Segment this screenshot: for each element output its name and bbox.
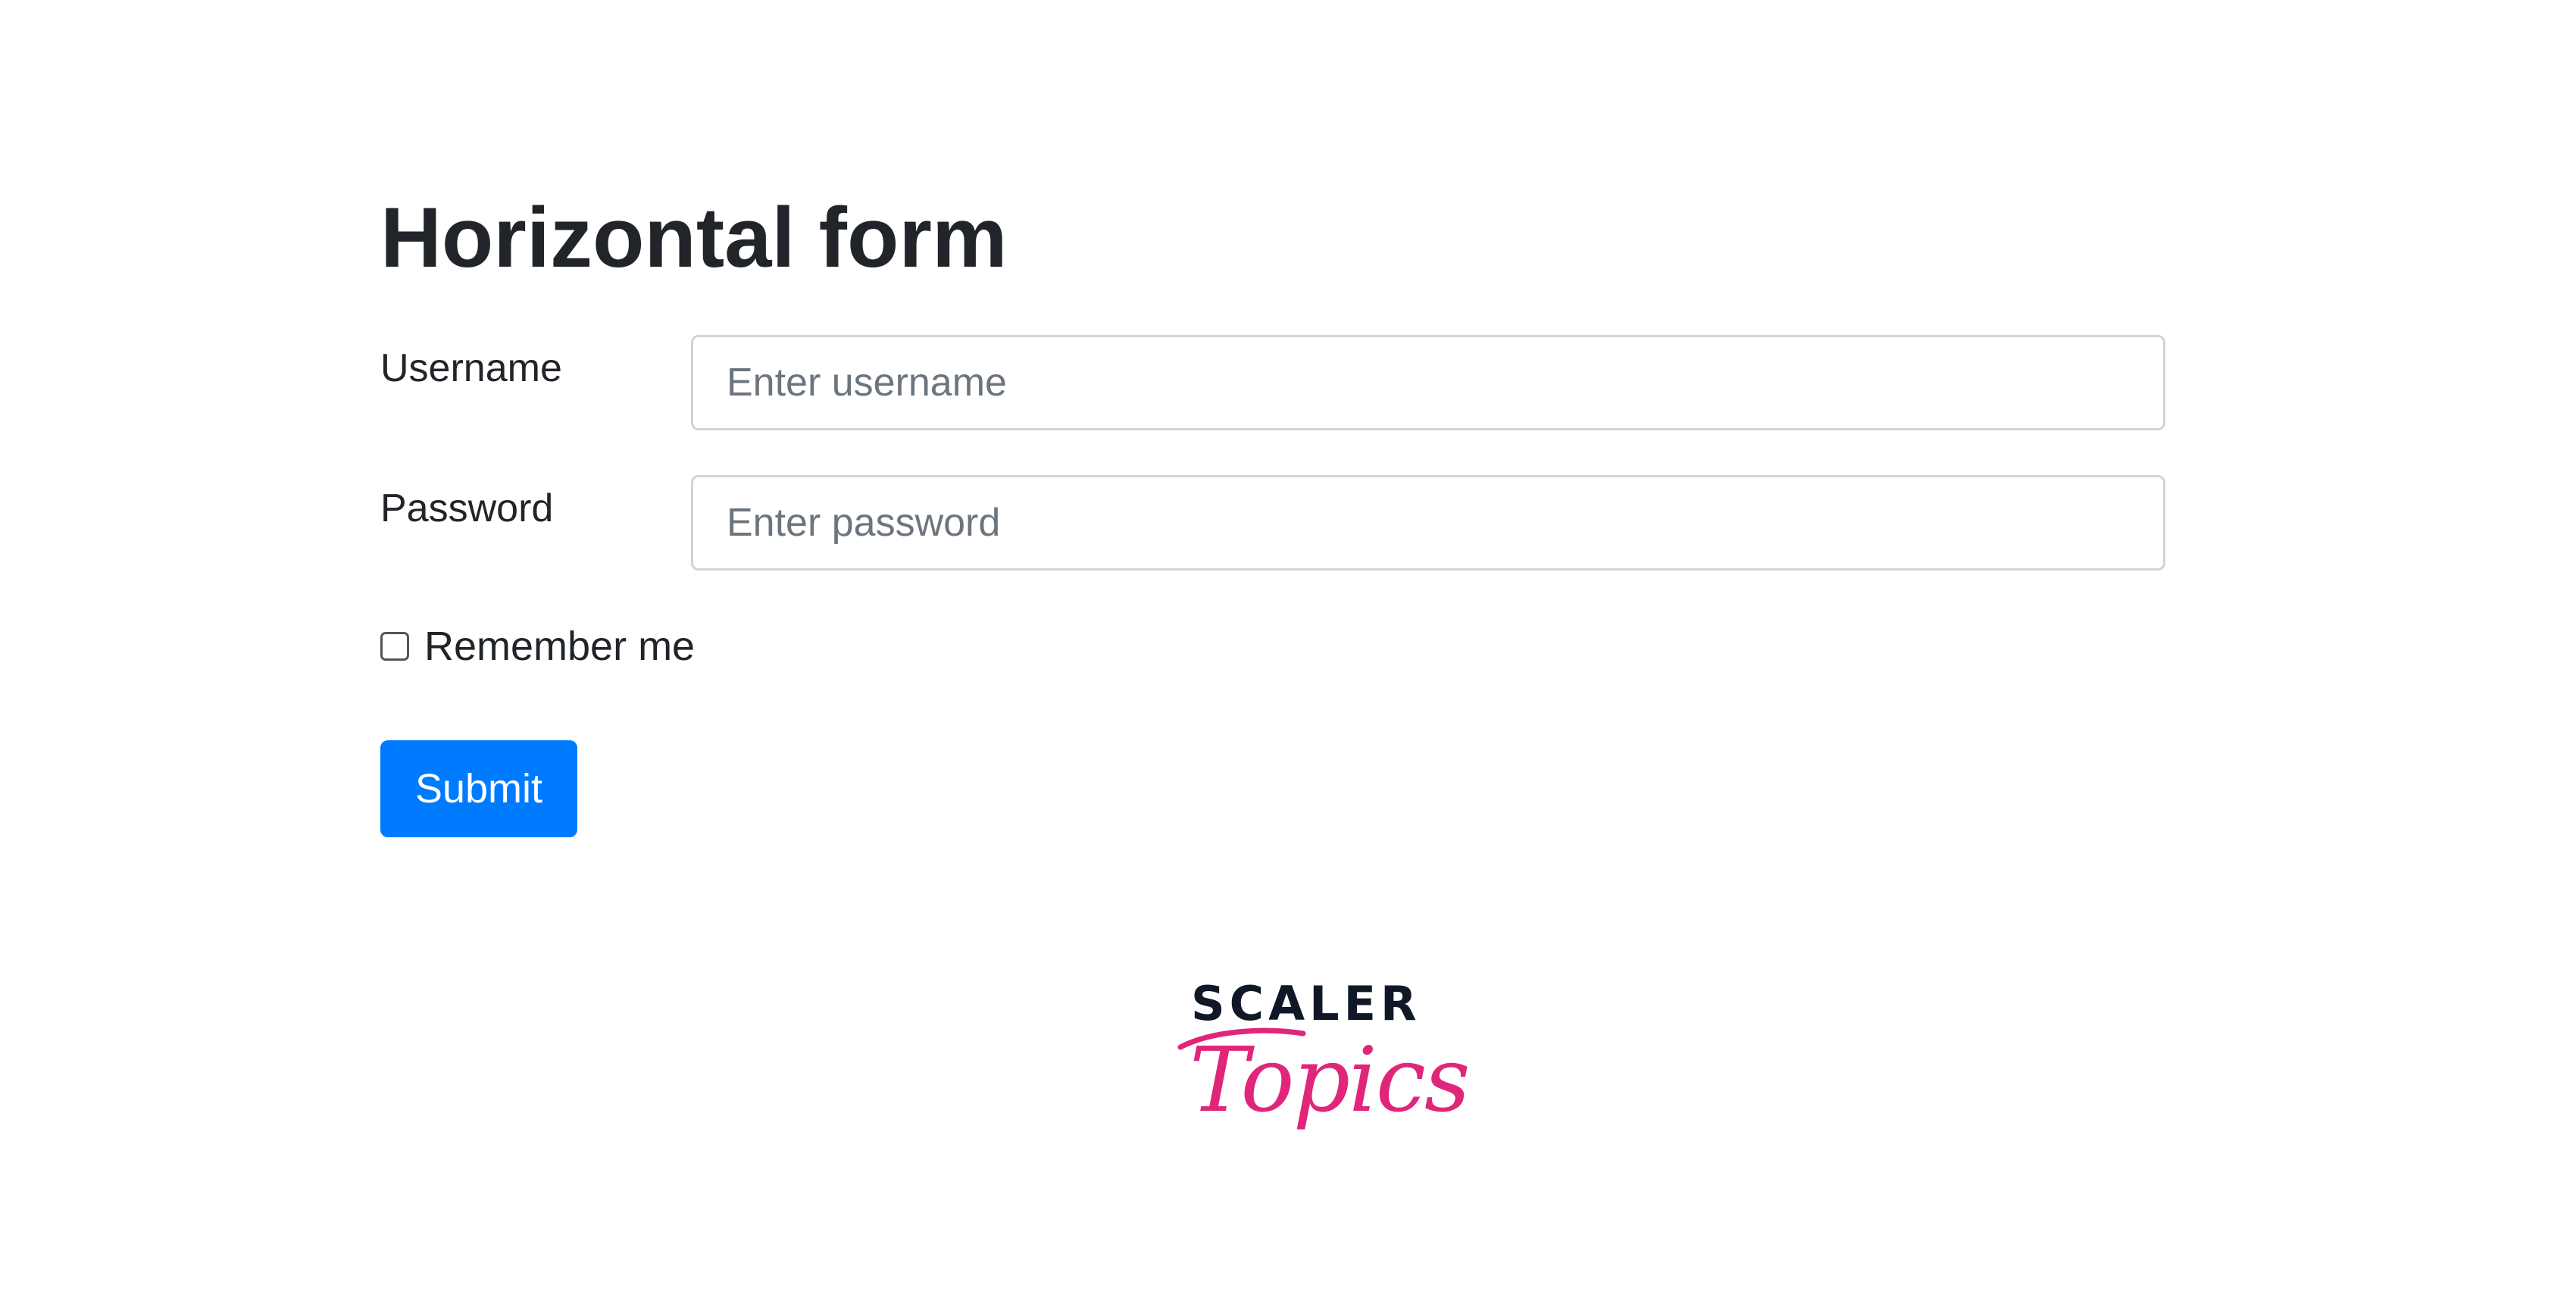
- password-label: Password: [380, 486, 554, 530]
- submit-button[interactable]: Submit: [380, 740, 577, 837]
- remember-me-checkbox[interactable]: [380, 632, 409, 661]
- logo-swash: [1177, 1027, 1306, 1050]
- page-title: Horizontal form: [380, 190, 1008, 285]
- remember-me-row: Remember me: [380, 624, 695, 669]
- scaler-topics-logo: SCALER Topics: [1174, 977, 1471, 1174]
- remember-me-label[interactable]: Remember me: [424, 626, 695, 667]
- username-input[interactable]: [691, 335, 2165, 430]
- username-label: Username: [380, 346, 562, 390]
- password-input[interactable]: [691, 475, 2165, 571]
